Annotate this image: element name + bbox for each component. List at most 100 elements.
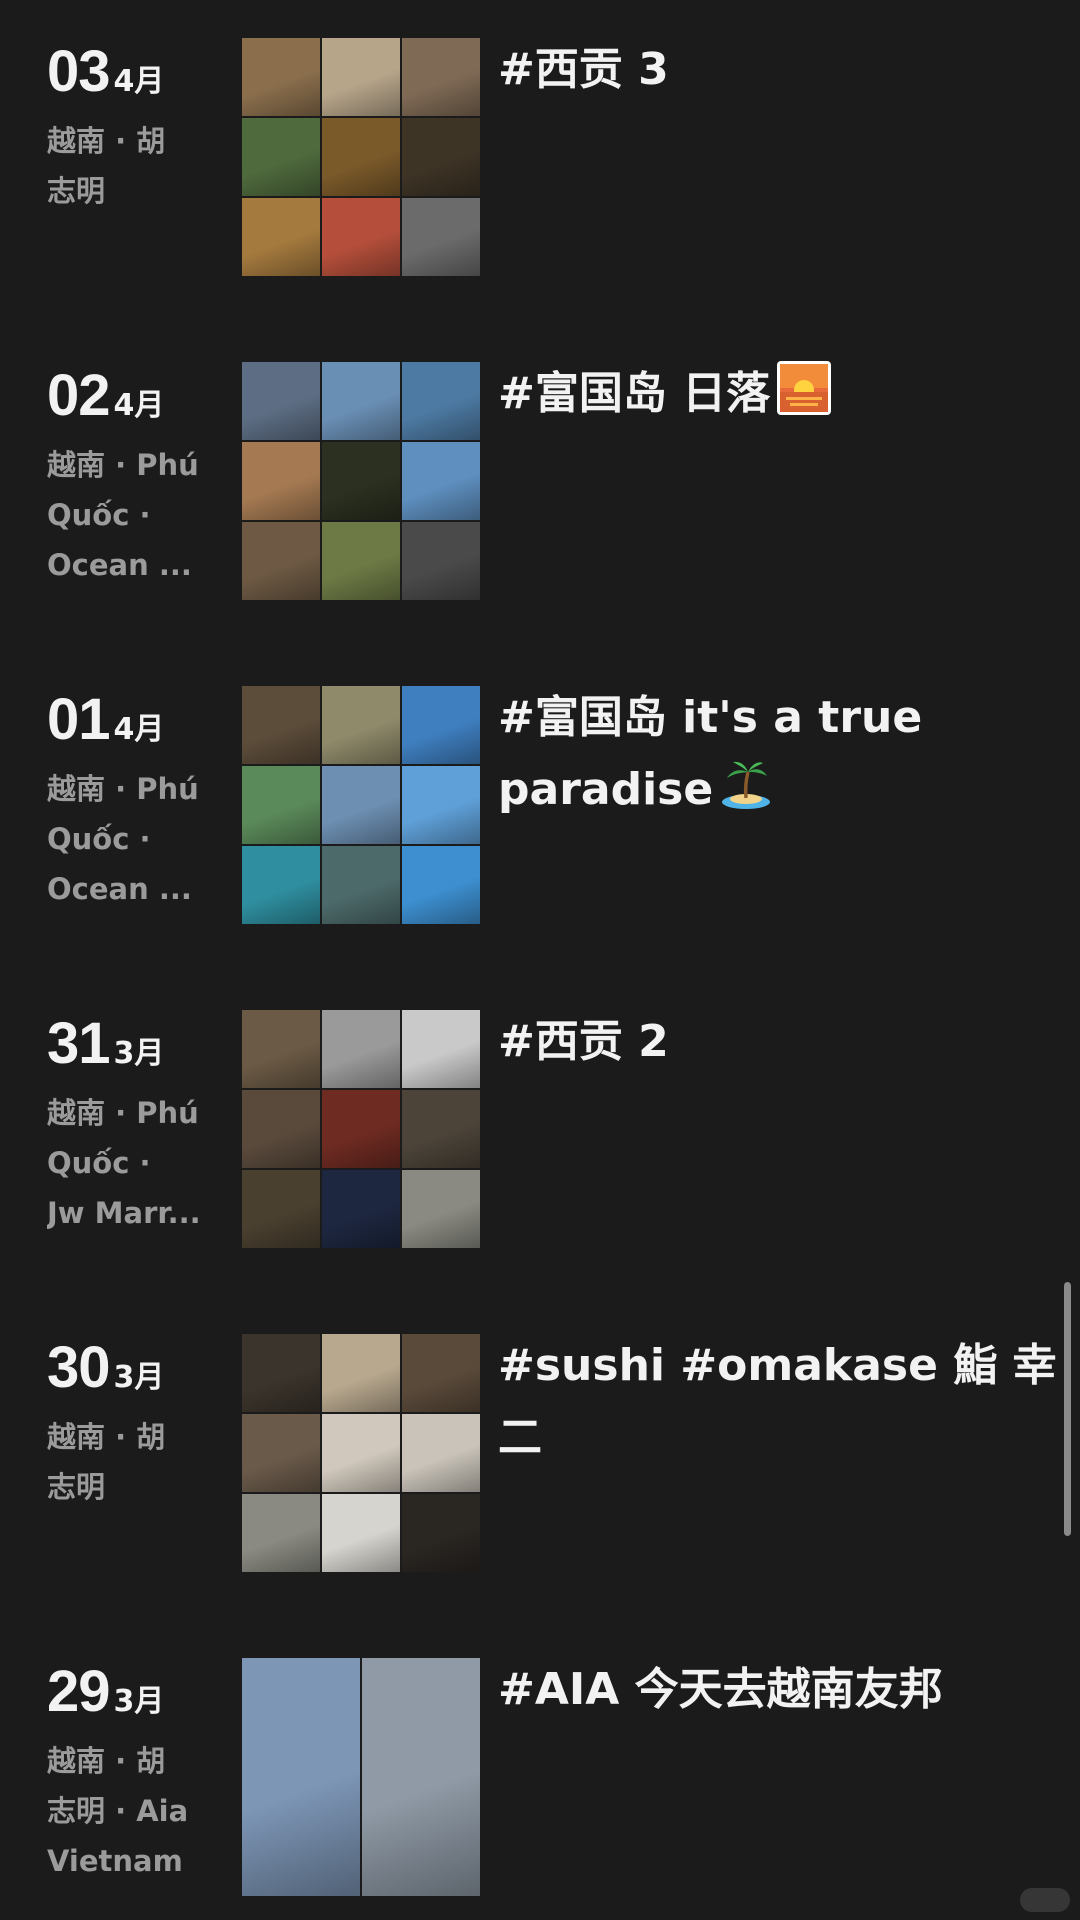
entry-caption[interactable]: #sushi #omakase 鮨 幸二 (498, 1330, 1058, 1474)
entry-day: 02 (47, 363, 111, 428)
photo-thumbnail[interactable] (402, 1334, 480, 1412)
photo-thumbnail[interactable] (242, 198, 320, 276)
entry-date: 03 4月 越南 · 胡 志明 (47, 34, 237, 216)
entry-date: 31 3月 越南 · Phú Quốc · Jw Marr... (47, 1006, 237, 1238)
photo-thumbnail[interactable] (242, 1414, 320, 1492)
photo-thumbnail[interactable] (402, 1090, 480, 1168)
timeline-entry[interactable]: 31 3月 越南 · Phú Quốc · Jw Marr... #西贡 2 (0, 1006, 1080, 1266)
photo-thumbnail[interactable] (242, 1090, 320, 1168)
entry-caption[interactable]: #西贡 2 (498, 1006, 1058, 1078)
location-line: Vietnam (47, 1844, 183, 1878)
photo-thumbnail[interactable] (402, 38, 480, 116)
photo-thumbnail[interactable] (242, 362, 320, 440)
timeline-entry[interactable]: 03 4月 越南 · 胡 志明 #西贡 3 (0, 34, 1080, 294)
location-line: 越南 · Phú (47, 772, 199, 806)
entry-month: 3月 (113, 1360, 165, 1395)
entry-day: 30 (47, 1335, 111, 1400)
entry-day: 29 (47, 1659, 111, 1724)
location-line: Jw Marr... (47, 1196, 201, 1230)
location-line: 志明 · Aia (47, 1794, 189, 1828)
photo-thumbnail[interactable] (322, 442, 400, 520)
photo-thumbnail[interactable] (322, 362, 400, 440)
photo-thumbnail[interactable] (242, 1494, 320, 1572)
photo-thumbnail[interactable] (242, 766, 320, 844)
photo-thumbnail[interactable] (402, 1494, 480, 1572)
photo-thumbnail[interactable] (402, 1414, 480, 1492)
caption-text: #富国岛 it's a true paradise (498, 692, 923, 815)
photo-thumbnail[interactable] (322, 522, 400, 600)
photo-thumbnail[interactable] (402, 846, 480, 924)
caption-text: #西贡 2 (498, 1016, 669, 1067)
photo-thumbnail[interactable] (322, 38, 400, 116)
timeline-entry[interactable]: 29 3月 越南 · 胡 志明 · Aia Vietnam #AIA 今天去越南友… (0, 1654, 1080, 1914)
location-line: Quốc · (47, 1146, 151, 1180)
photo-thumbnail[interactable] (242, 1658, 360, 1896)
photo-thumbnail[interactable] (322, 1170, 400, 1248)
photo-thumbnail[interactable] (322, 766, 400, 844)
entry-caption[interactable]: #西贡 3 (498, 34, 1058, 106)
entry-location: 越南 · Phú Quốc · Ocean ... (47, 764, 227, 914)
photo-thumbnail[interactable] (402, 198, 480, 276)
photo-grid[interactable] (242, 1334, 480, 1572)
location-line: 志明 (47, 1470, 106, 1504)
photo-thumbnail[interactable] (402, 362, 480, 440)
entry-location: 越南 · Phú Quốc · Ocean ... (47, 440, 227, 590)
entry-day: 03 (47, 39, 111, 104)
location-line: Quốc · (47, 498, 151, 532)
entry-caption[interactable]: #富国岛 it's a true paradise (498, 682, 1058, 834)
photo-grid[interactable] (242, 362, 480, 600)
entry-date: 01 4月 越南 · Phú Quốc · Ocean ... (47, 682, 237, 914)
entry-location: 越南 · 胡 志明 (47, 116, 227, 216)
timeline-entry[interactable]: 02 4月 越南 · Phú Quốc · Ocean ... #富国岛 日落 (0, 358, 1080, 618)
photo-thumbnail[interactable] (402, 522, 480, 600)
timeline-entry[interactable]: 01 4月 越南 · Phú Quốc · Ocean ... #富国岛 it's… (0, 682, 1080, 942)
photo-grid[interactable] (242, 686, 480, 924)
photo-grid[interactable] (242, 1010, 480, 1248)
photo-thumbnail[interactable] (402, 1010, 480, 1088)
entry-location: 越南 · 胡 志明 (47, 1412, 227, 1512)
timeline-entry[interactable]: 30 3月 越南 · 胡 志明 #sushi #omakase 鮨 幸二 (0, 1330, 1080, 1590)
location-line: 越南 · 胡 (47, 1744, 166, 1778)
entry-caption[interactable]: #富国岛 日落 (498, 358, 1058, 438)
photo-thumbnail[interactable] (322, 118, 400, 196)
entry-month: 3月 (113, 1036, 165, 1071)
photo-thumbnail[interactable] (402, 1170, 480, 1248)
photo-thumbnail[interactable] (322, 1010, 400, 1088)
photo-grid[interactable] (242, 1658, 480, 1896)
entry-date: 30 3月 越南 · 胡 志明 (47, 1330, 237, 1512)
photo-thumbnail[interactable] (322, 1334, 400, 1412)
photo-thumbnail[interactable] (242, 522, 320, 600)
photo-thumbnail[interactable] (322, 1090, 400, 1168)
photo-thumbnail[interactable] (362, 1658, 480, 1896)
desert-island-emoji-icon (719, 758, 773, 834)
photo-thumbnail[interactable] (322, 1494, 400, 1572)
entry-date: 29 3月 越南 · 胡 志明 · Aia Vietnam (47, 1654, 237, 1886)
location-line: 志明 (47, 174, 106, 208)
photo-thumbnail[interactable] (402, 766, 480, 844)
entry-month: 4月 (113, 388, 165, 423)
photo-thumbnail[interactable] (322, 686, 400, 764)
photo-grid[interactable] (242, 38, 480, 276)
photo-thumbnail[interactable] (242, 1170, 320, 1248)
entry-caption[interactable]: #AIA 今天去越南友邦 (498, 1654, 1058, 1726)
photo-thumbnail[interactable] (242, 442, 320, 520)
sunset-emoji-icon (776, 360, 832, 438)
photo-thumbnail[interactable] (242, 1010, 320, 1088)
location-line: 越南 · 胡 (47, 1420, 166, 1454)
photo-thumbnail[interactable] (242, 686, 320, 764)
entry-location: 越南 · 胡 志明 · Aia Vietnam (47, 1736, 227, 1886)
photo-thumbnail[interactable] (242, 38, 320, 116)
caption-text: #sushi #omakase 鮨 幸二 (498, 1340, 1057, 1463)
photo-thumbnail[interactable] (242, 118, 320, 196)
entry-day: 01 (47, 687, 111, 752)
photo-thumbnail[interactable] (402, 686, 480, 764)
photo-thumbnail[interactable] (402, 118, 480, 196)
photo-thumbnail[interactable] (322, 198, 400, 276)
photo-thumbnail[interactable] (322, 846, 400, 924)
photo-thumbnail[interactable] (402, 442, 480, 520)
photo-thumbnail[interactable] (242, 1334, 320, 1412)
caption-text: #AIA 今天去越南友邦 (498, 1664, 943, 1715)
scrollbar[interactable] (1064, 1282, 1071, 1536)
photo-thumbnail[interactable] (322, 1414, 400, 1492)
photo-thumbnail[interactable] (242, 846, 320, 924)
